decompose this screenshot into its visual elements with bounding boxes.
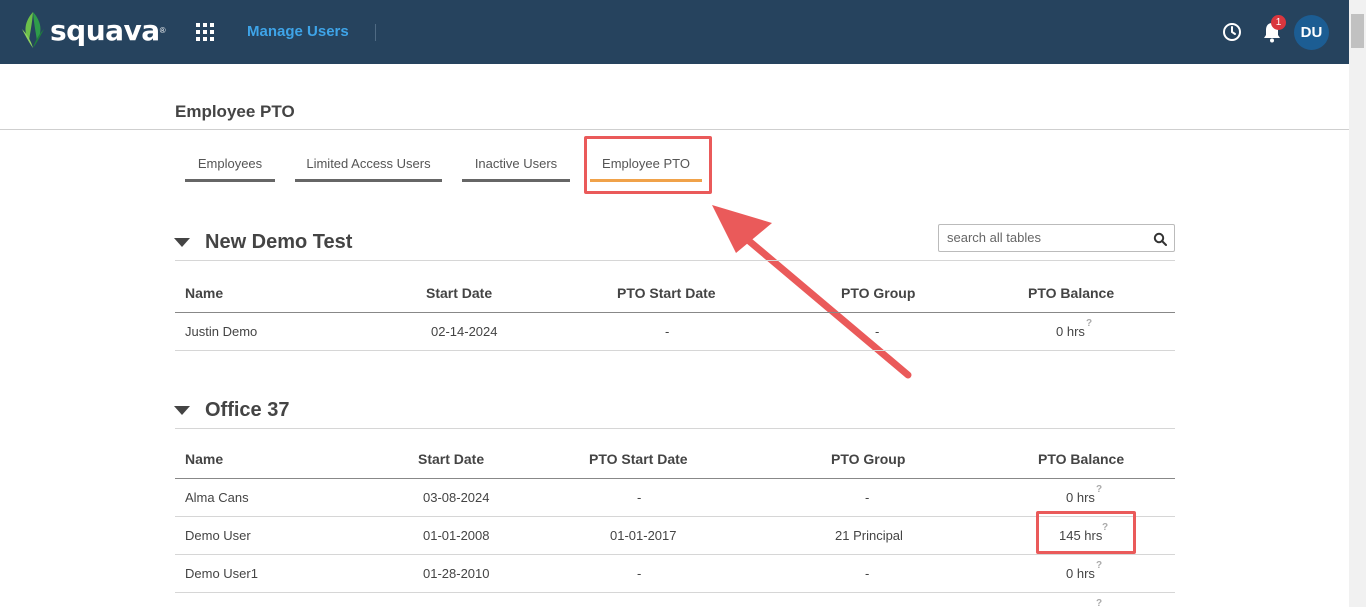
help-icon[interactable]: ? [1096, 598, 1102, 609]
cell-start-date: 02-14-2024 [431, 324, 498, 339]
title-divider [0, 129, 1349, 130]
column-header-start-date[interactable]: Start Date [418, 451, 484, 467]
column-header-pto-start-date[interactable]: PTO Start Date [617, 285, 716, 301]
page-scrollbar[interactable] [1349, 0, 1366, 607]
cell-name: Demo User1 [185, 566, 258, 581]
cell-start-date: 03-08-2024 [423, 490, 490, 505]
section-title: Office 37 [205, 399, 290, 421]
cell-pto-group: - [875, 324, 880, 339]
column-header-pto-balance[interactable]: PTO Balance [1038, 451, 1124, 467]
help-icon[interactable]: ? [1086, 318, 1092, 329]
row-divider [175, 516, 1175, 517]
notification-badge: 1 [1271, 15, 1286, 30]
column-header-pto-start-date[interactable]: PTO Start Date [589, 451, 688, 467]
cell-pto-balance: 0 hrs [1056, 324, 1085, 339]
search-input[interactable] [947, 230, 1142, 245]
balance-highlight-box [1036, 511, 1136, 554]
cell-start-date: 01-28-2010 [423, 566, 490, 581]
cell-pto-balance: 0 hrs [1066, 490, 1095, 505]
column-header-pto-group[interactable]: PTO Group [831, 451, 905, 467]
leaf-logo-icon [22, 12, 44, 48]
cell-pto-start-date: - [637, 490, 642, 505]
cell-pto-group: 21 Principal [835, 528, 903, 543]
header-divider [375, 24, 376, 41]
column-header-name[interactable]: Name [185, 285, 223, 301]
brand-name: squava [50, 13, 160, 47]
cell-pto-start-date: - [665, 324, 670, 339]
cell-pto-balance: 0 hrs [1066, 566, 1095, 581]
tab-inactive-users[interactable]: Inactive Users [462, 156, 570, 182]
help-icon[interactable]: ? [1096, 560, 1102, 571]
section-title: New Demo Test [205, 231, 353, 253]
cell-name: Alma Cans [185, 490, 249, 505]
column-header-pto-balance[interactable]: PTO Balance [1028, 285, 1114, 301]
row-divider [175, 554, 1175, 555]
cell-start-date: 01-01-2008 [423, 528, 490, 543]
header-divider-line [175, 478, 1175, 479]
column-header-start-date[interactable]: Start Date [426, 285, 492, 301]
cell-pto-group: - [865, 566, 870, 581]
squava-logo[interactable]: squava ® [20, 10, 166, 50]
clock-icon[interactable] [1222, 22, 1242, 42]
cell-pto-group: - [865, 490, 870, 505]
app-grid-icon[interactable] [196, 23, 214, 41]
page-title: Employee PTO [175, 102, 295, 121]
cell-name: Justin Demo [185, 324, 258, 339]
cell-pto-start-date: - [637, 566, 642, 581]
cell-name: Demo User [185, 528, 251, 543]
user-avatar[interactable]: DU [1294, 15, 1329, 50]
column-header-name[interactable]: Name [185, 451, 223, 467]
header-divider-line [175, 312, 1175, 313]
collapse-caret-icon[interactable] [174, 238, 190, 247]
tab-highlight-box [584, 136, 712, 194]
row-divider [175, 592, 1175, 593]
tab-employees[interactable]: Employees [185, 156, 275, 182]
scrollbar-thumb[interactable] [1351, 14, 1364, 48]
collapse-caret-icon[interactable] [174, 406, 190, 415]
help-icon[interactable]: ? [1096, 484, 1102, 495]
search-box [938, 224, 1175, 252]
section-divider [175, 260, 1175, 261]
tab-limited-access-users[interactable]: Limited Access Users [295, 156, 442, 182]
column-header-pto-group[interactable]: PTO Group [841, 285, 915, 301]
manage-users-link[interactable]: Manage Users [247, 23, 349, 40]
search-icon[interactable] [1153, 232, 1167, 246]
cell-pto-start-date: 01-01-2017 [610, 528, 677, 543]
section-divider [175, 428, 1175, 429]
row-divider [175, 350, 1175, 351]
